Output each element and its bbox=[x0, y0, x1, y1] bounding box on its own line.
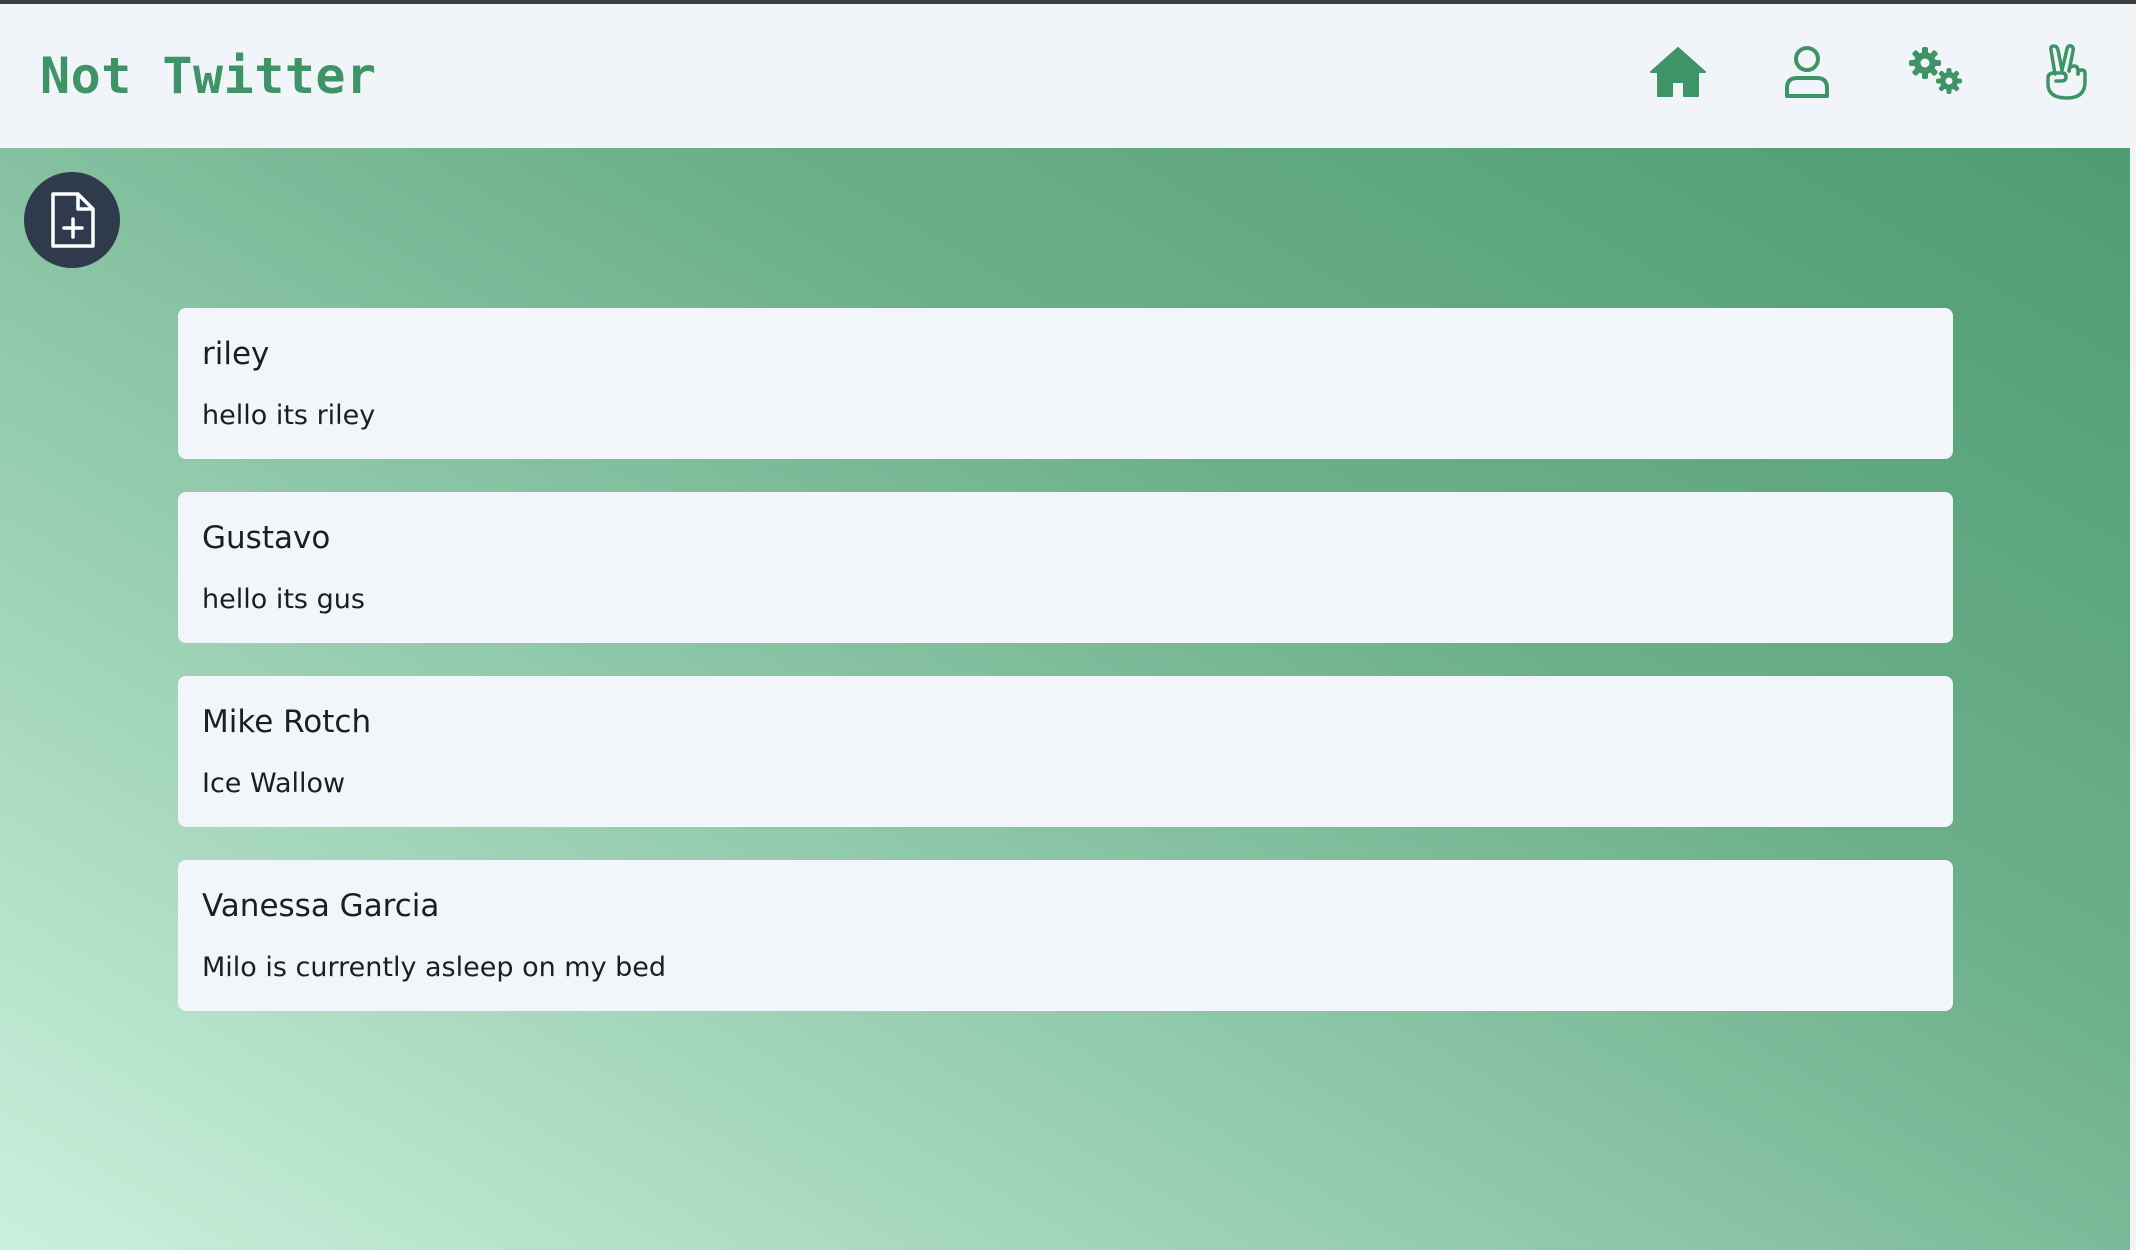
post-author: Vanessa Garcia bbox=[202, 888, 440, 924]
nav-settings-button[interactable] bbox=[1904, 40, 1968, 104]
nav-logout-button[interactable] bbox=[2033, 40, 2097, 104]
nav-home-button[interactable] bbox=[1646, 40, 1710, 104]
top-navbar: Not Twitter bbox=[0, 4, 2130, 148]
nav-profile-button[interactable] bbox=[1775, 40, 1839, 104]
window-right-edge bbox=[2130, 4, 2136, 1250]
post-text: hello its gus bbox=[202, 584, 365, 615]
post-card[interactable]: Mike Rotch Ice Wallow bbox=[178, 676, 1953, 827]
home-icon bbox=[1650, 47, 1706, 97]
app-root: Not Twitter riley hello its riley Gustav… bbox=[0, 4, 2130, 1250]
post-text: hello its riley bbox=[202, 400, 376, 431]
post-author: Gustavo bbox=[202, 520, 331, 556]
file-plus-icon bbox=[51, 192, 95, 248]
gears-icon bbox=[1909, 47, 1962, 94]
post-feed: riley hello its riley Gustavo hello its … bbox=[178, 308, 1953, 1044]
post-text: Milo is currently asleep on my bed bbox=[202, 952, 667, 983]
compose-post-button[interactable] bbox=[24, 172, 120, 268]
post-card[interactable]: Vanessa Garcia Milo is currently asleep … bbox=[178, 860, 1953, 1011]
post-author: Mike Rotch bbox=[202, 704, 372, 740]
post-card[interactable]: riley hello its riley bbox=[178, 308, 1953, 459]
post-text: Ice Wallow bbox=[202, 768, 346, 799]
post-author: riley bbox=[202, 336, 270, 372]
peace-hand-icon bbox=[2046, 44, 2087, 100]
post-card[interactable]: Gustavo hello its gus bbox=[178, 492, 1953, 643]
user-icon bbox=[1785, 46, 1829, 98]
brand-title[interactable]: Not Twitter bbox=[40, 46, 377, 106]
